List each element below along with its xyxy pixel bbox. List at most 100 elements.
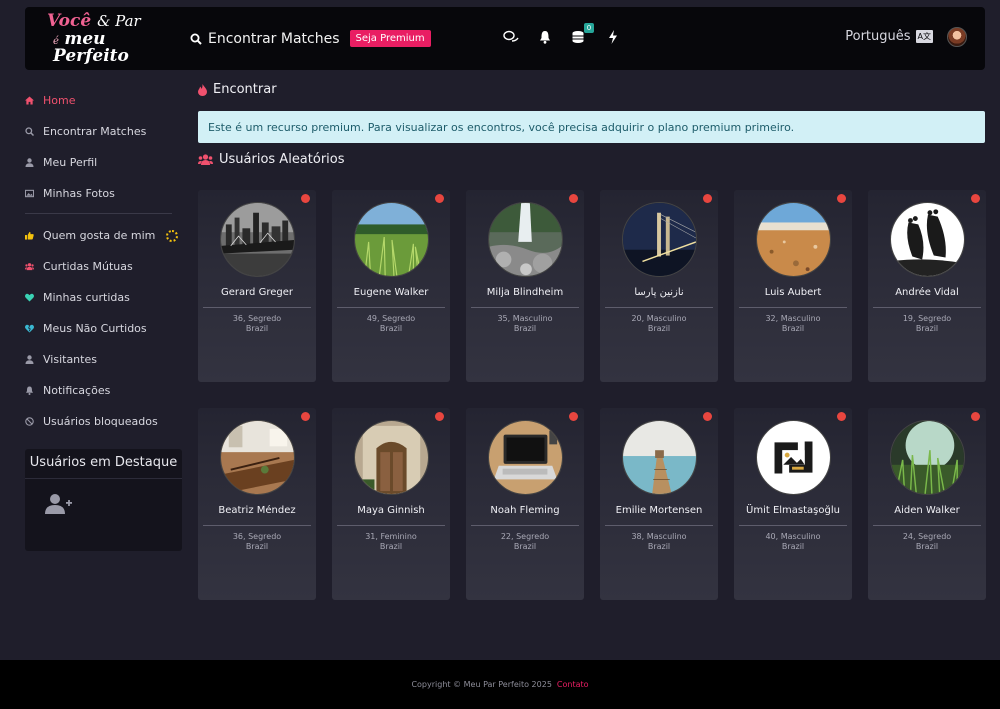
user-card[interactable]: Eugene Walker 49, Segredo Brazil	[332, 190, 450, 382]
user-meta: 40, Masculino Brazil	[734, 532, 852, 552]
user-avatar[interactable]	[947, 27, 967, 47]
status-dot	[971, 194, 980, 203]
user-card[interactable]: Andrée Vidal 19, Segredo Brazil	[868, 190, 986, 382]
user-name[interactable]: Milja Blindheim	[466, 287, 584, 299]
user-card[interactable]: Beatriz Méndez 36, Segredo Brazil	[198, 408, 316, 600]
sidebar-item-label: Meu Perfil	[43, 156, 98, 169]
add-user-button[interactable]	[25, 479, 182, 519]
user-photo[interactable]	[487, 420, 563, 495]
user-card[interactable]: Emilie Mortensen 38, Masculino Brazil	[600, 408, 718, 600]
coins-icon[interactable]: 0	[571, 23, 594, 45]
user-meta: 38, Masculino Brazil	[600, 532, 718, 552]
user-name[interactable]: Maya Ginnish	[332, 505, 450, 517]
sidebar-item-meus-nao-curtidos[interactable]: Meus Não Curtidos	[25, 313, 182, 344]
sidebar-item-usuarios-bloqueados[interactable]: Usuários bloqueados	[25, 406, 182, 437]
sidebar-item-label: Quem gosta de mim	[43, 229, 156, 242]
fire-icon	[198, 83, 207, 96]
find-matches-label: Encontrar Matches	[208, 30, 340, 47]
user-meta: 20, Masculino Brazil	[600, 314, 718, 334]
language-label: Português	[845, 29, 911, 44]
user-photo[interactable]	[755, 202, 831, 277]
user-photo[interactable]	[889, 420, 965, 495]
user-photo[interactable]	[755, 420, 831, 495]
user-icon	[25, 158, 34, 167]
user-card[interactable]: Gerard Greger 36, Segredo Brazil	[198, 190, 316, 382]
random-users-title-text: Usuários Aleatórios	[219, 152, 345, 167]
user-card[interactable]: Maya Ginnish 31, Feminino Brazil	[332, 408, 450, 600]
card-divider	[203, 307, 311, 308]
user-photo[interactable]	[219, 202, 295, 277]
user-age-gender: 36, Segredo	[232, 314, 282, 323]
card-divider	[605, 525, 713, 526]
user-meta: 36, Segredo Brazil	[198, 532, 316, 552]
language-selector[interactable]: Português A文	[845, 29, 933, 44]
user-photo[interactable]	[621, 420, 697, 495]
user-photo[interactable]	[889, 202, 965, 277]
contact-link[interactable]: Contato	[557, 680, 589, 689]
user-card[interactable]: Ümit Elmastaşoğlu 40, Masculino Brazil	[734, 408, 852, 600]
user-name[interactable]: Beatriz Méndez	[198, 505, 316, 517]
search-icon	[25, 127, 34, 136]
sidebar-item-encontrar-matches[interactable]: Encontrar Matches	[25, 116, 182, 147]
user-photo[interactable]	[353, 202, 429, 277]
user-country: Brazil	[781, 324, 805, 333]
sidebar-item-curtidas-mutuas[interactable]: Curtidas Mútuas	[25, 251, 182, 282]
user-age-gender: 24, Segredo	[902, 532, 952, 541]
user-card[interactable]: نازنین پارسا 20, Masculino Brazil	[600, 190, 718, 382]
card-divider	[873, 525, 981, 526]
sidebar-item-notificacoes[interactable]: Notificações	[25, 375, 182, 406]
card-divider	[739, 307, 847, 308]
user-name[interactable]: Aiden Walker	[868, 505, 986, 517]
user-name[interactable]: Andrée Vidal	[868, 287, 986, 299]
chat-icon[interactable]	[503, 29, 519, 45]
home-icon	[25, 96, 34, 105]
user-card[interactable]: Aiden Walker 24, Segredo Brazil	[868, 408, 986, 600]
card-divider	[471, 525, 579, 526]
sidebar-item-home[interactable]: Home	[25, 85, 182, 116]
sidebar-item-label: Usuários bloqueados	[43, 415, 158, 428]
user-meta: 24, Segredo Brazil	[868, 532, 986, 552]
user-photo[interactable]	[487, 202, 563, 277]
user-card[interactable]: Noah Fleming 22, Segredo Brazil	[466, 408, 584, 600]
bell-icon[interactable]	[537, 29, 553, 45]
sidebar-item-meu-perfil[interactable]: Meu Perfil	[25, 147, 182, 178]
user-age-gender: 19, Segredo	[902, 314, 952, 323]
user-name[interactable]: Luis Aubert	[734, 287, 852, 299]
sidebar-item-quem-gosta-de-mim[interactable]: Quem gosta de mim	[25, 220, 182, 251]
user-photo[interactable]	[353, 420, 429, 495]
user-name[interactable]: Emilie Mortensen	[600, 505, 718, 517]
search-icon	[190, 33, 202, 45]
user-country: Brazil	[647, 324, 671, 333]
user-card[interactable]: Milja Blindheim 35, Masculino Brazil	[466, 190, 584, 382]
user-name[interactable]: Ümit Elmastaşoğlu	[734, 505, 852, 517]
site-logo[interactable]: Você & Par é meu Perfeito	[25, 7, 170, 70]
user-grid: Gerard Greger 36, Segredo Brazil Eugene Wal…	[198, 190, 986, 600]
user-card[interactable]: Luis Aubert 32, Masculino Brazil	[734, 190, 852, 382]
user-name[interactable]: Noah Fleming	[466, 505, 584, 517]
user-country: Brazil	[647, 542, 671, 551]
premium-button[interactable]: Seja Premium	[349, 30, 431, 47]
user-country: Brazil	[245, 324, 269, 333]
user-meta: 35, Masculino Brazil	[466, 314, 584, 334]
user-plus-icon	[45, 493, 72, 514]
sidebar-item-label: Encontrar Matches	[43, 125, 147, 138]
sidebar-item-minhas-curtidas[interactable]: Minhas curtidas	[25, 282, 182, 313]
user-photo[interactable]	[621, 202, 697, 277]
user-photo[interactable]	[219, 420, 295, 495]
user-name[interactable]: Eugene Walker	[332, 287, 450, 299]
sidebar-item-minhas-fotos[interactable]: Minhas Fotos	[25, 178, 182, 209]
user-name[interactable]: نازنین پارسا	[600, 287, 718, 299]
sidebar: Home Encontrar Matches Meu Perfil Minhas Fo…	[25, 85, 182, 551]
user-meta: 49, Segredo Brazil	[332, 314, 450, 334]
user-age-gender: 22, Segredo	[500, 532, 550, 541]
bolt-icon[interactable]	[605, 29, 621, 45]
thumbs-up-icon	[25, 231, 34, 240]
sidebar-item-visitantes[interactable]: Visitantes	[25, 344, 182, 375]
page-title: Encontrar	[198, 82, 985, 97]
user-country: Brazil	[513, 542, 537, 551]
sidebar-item-label: Curtidas Mútuas	[43, 260, 133, 273]
user-name[interactable]: Gerard Greger	[198, 287, 316, 299]
user-age-gender: 38, Masculino	[631, 532, 687, 541]
find-matches-link[interactable]: Encontrar Matches	[190, 31, 340, 47]
featured-users-panel: Usuários em Destaque	[25, 449, 182, 551]
